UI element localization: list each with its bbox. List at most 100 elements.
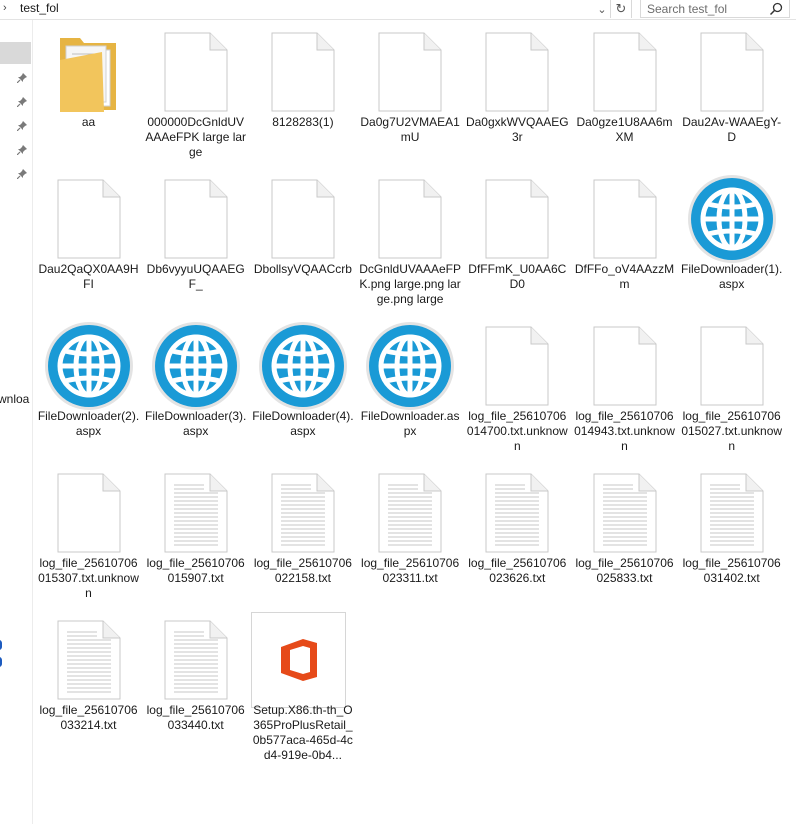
file-name[interactable]: log_file_25610706015907.txt — [144, 556, 247, 586]
file-item[interactable]: FileDownloader(1).aspx — [680, 171, 783, 313]
search-box[interactable] — [640, 0, 790, 18]
web-page-icon[interactable] — [680, 171, 783, 267]
file-item[interactable]: 000000DcGnldUVAAAeFPK large large — [144, 24, 247, 166]
blank-file-icon[interactable] — [359, 24, 462, 120]
file-name[interactable]: Setup.X86.th-th_O365ProPlusRetail_0b577a… — [251, 703, 354, 763]
file-item[interactable]: Dau2QaQX0AA9HFI — [37, 171, 140, 313]
file-item[interactable]: FileDownloader.aspx — [359, 318, 462, 460]
blank-file-icon[interactable] — [680, 318, 783, 414]
file-name[interactable]: FileDownloader(1).aspx — [680, 262, 783, 292]
file-item[interactable]: FileDownloader(4).aspx — [251, 318, 354, 460]
blank-file-icon[interactable] — [680, 24, 783, 120]
folder-icon[interactable] — [37, 24, 140, 120]
file-item[interactable]: log_file_25610706014700.txt.unknown — [466, 318, 569, 460]
file-item[interactable]: 8128283(1) — [251, 24, 354, 166]
blank-file-icon[interactable] — [251, 24, 354, 120]
refresh-button[interactable]: ↻ — [610, 0, 632, 18]
file-item[interactable]: Da0gze1U8AA6mXM — [573, 24, 676, 166]
file-name[interactable]: Dau2Av-WAAEgY-D — [680, 115, 783, 145]
nav-selected-item[interactable] — [0, 42, 31, 64]
file-item[interactable]: log_file_25610706022158.txt — [251, 465, 354, 607]
file-item[interactable]: DfFFo_oV4AAzzMm — [573, 171, 676, 313]
file-item[interactable]: FileDownloader(3).aspx — [144, 318, 247, 460]
web-page-icon[interactable] — [359, 318, 462, 414]
file-name[interactable]: 000000DcGnldUVAAAeFPK large large — [144, 115, 247, 160]
search-input[interactable] — [647, 1, 762, 16]
file-item[interactable]: log_file_25610706023626.txt — [466, 465, 569, 607]
blank-file-icon[interactable] — [37, 465, 140, 561]
file-name[interactable]: Da0g7U2VMAEA1mU — [359, 115, 462, 145]
file-name[interactable]: Db6vyyuUQAAEGF_ — [144, 262, 247, 292]
address-dropdown-button[interactable]: ⌄ — [592, 0, 611, 18]
file-item[interactable]: Setup.X86.th-th_O365ProPlusRetail_0b577a… — [251, 612, 354, 762]
text-file-icon[interactable] — [466, 465, 569, 561]
text-file-icon[interactable] — [573, 465, 676, 561]
text-file-icon[interactable] — [251, 465, 354, 561]
file-item[interactable]: log_file_25610706015027.txt.unknown — [680, 318, 783, 460]
file-item[interactable]: log_file_25610706015907.txt — [144, 465, 247, 607]
file-item[interactable]: log_file_25610706033214.txt — [37, 612, 140, 754]
breadcrumb-chevron-icon[interactable]: › — [3, 2, 7, 14]
text-file-icon[interactable] — [359, 465, 462, 561]
file-name[interactable]: Dau2QaQX0AA9HFI — [37, 262, 140, 292]
file-name[interactable]: FileDownloader(4).aspx — [251, 409, 354, 439]
file-name[interactable]: FileDownloader(2).aspx — [37, 409, 140, 439]
file-name[interactable]: DfFFo_oV4AAzzMm — [573, 262, 676, 292]
file-name[interactable]: DfFFmK_U0AA6CD0 — [466, 262, 569, 292]
file-item[interactable]: Db6vyyuUQAAEGF_ — [144, 171, 247, 313]
file-item[interactable]: log_file_25610706031402.txt — [680, 465, 783, 607]
file-name[interactable]: 8128283(1) — [251, 115, 354, 130]
pin-icon[interactable] — [17, 73, 27, 83]
file-name[interactable]: FileDownloader(3).aspx — [144, 409, 247, 439]
blank-file-icon[interactable] — [359, 171, 462, 267]
blank-file-icon[interactable] — [466, 171, 569, 267]
file-item[interactable]: FileDownloader(2).aspx — [37, 318, 140, 460]
pin-icon[interactable] — [17, 145, 27, 155]
file-name[interactable]: log_file_25610706025833.txt — [573, 556, 676, 586]
file-item[interactable]: log_file_25610706014943.txt.unknown — [573, 318, 676, 460]
file-item[interactable]: log_file_25610706033440.txt — [144, 612, 247, 754]
file-name[interactable]: log_file_25610706033440.txt — [144, 703, 247, 733]
file-name[interactable]: log_file_25610706023626.txt — [466, 556, 569, 586]
file-name[interactable]: FileDownloader.aspx — [359, 409, 462, 439]
file-item[interactable]: Da0gxkWVQAAEG3r — [466, 24, 569, 166]
file-name[interactable]: log_file_25610706015027.txt.unknown — [680, 409, 783, 454]
file-name[interactable]: log_file_25610706015307.txt.unknown — [37, 556, 140, 601]
text-file-icon[interactable] — [37, 612, 140, 708]
file-item[interactable]: DfFFmK_U0AA6CD0 — [466, 171, 569, 313]
blank-file-icon[interactable] — [144, 171, 247, 267]
drive-icon[interactable] — [0, 657, 2, 667]
file-name[interactable]: log_file_25610706014943.txt.unknown — [573, 409, 676, 454]
file-name[interactable]: log_file_25610706022158.txt — [251, 556, 354, 586]
blank-file-icon[interactable] — [573, 318, 676, 414]
pin-icon[interactable] — [17, 121, 27, 131]
blank-file-icon[interactable] — [251, 171, 354, 267]
file-item[interactable]: log_file_25610706015307.txt.unknown — [37, 465, 140, 607]
blank-file-icon[interactable] — [466, 24, 569, 120]
pin-icon[interactable] — [17, 97, 27, 107]
web-page-icon[interactable] — [144, 318, 247, 414]
search-icon[interactable] — [769, 2, 783, 16]
file-name[interactable]: DbollsyVQAACcrb — [251, 262, 354, 277]
file-name[interactable]: Da0gxkWVQAAEG3r — [466, 115, 569, 145]
text-file-icon[interactable] — [144, 465, 247, 561]
text-file-icon[interactable] — [144, 612, 247, 708]
blank-file-icon[interactable] — [573, 171, 676, 267]
web-page-icon[interactable] — [251, 318, 354, 414]
office-icon[interactable] — [251, 612, 347, 708]
file-name[interactable]: log_file_25610706033214.txt — [37, 703, 140, 733]
file-item[interactable]: Dau2Av-WAAEgY-D — [680, 24, 783, 166]
web-page-icon[interactable] — [37, 318, 140, 414]
blank-file-icon[interactable] — [466, 318, 569, 414]
nav-item-downloads[interactable]: wnloa — [0, 392, 29, 406]
breadcrumb-folder[interactable]: test_fol — [20, 1, 59, 15]
file-item[interactable]: DcGnldUVAAAeFPK.png large.png large.png … — [359, 171, 462, 313]
file-name[interactable]: log_file_25610706031402.txt — [680, 556, 783, 586]
file-name[interactable]: aa — [37, 115, 140, 130]
pin-icon[interactable] — [17, 169, 27, 179]
text-file-icon[interactable] — [680, 465, 783, 561]
file-item[interactable]: Da0g7U2VMAEA1mU — [359, 24, 462, 166]
file-name[interactable]: Da0gze1U8AA6mXM — [573, 115, 676, 145]
file-item[interactable]: log_file_25610706023311.txt — [359, 465, 462, 607]
drive-icon[interactable] — [0, 640, 2, 650]
